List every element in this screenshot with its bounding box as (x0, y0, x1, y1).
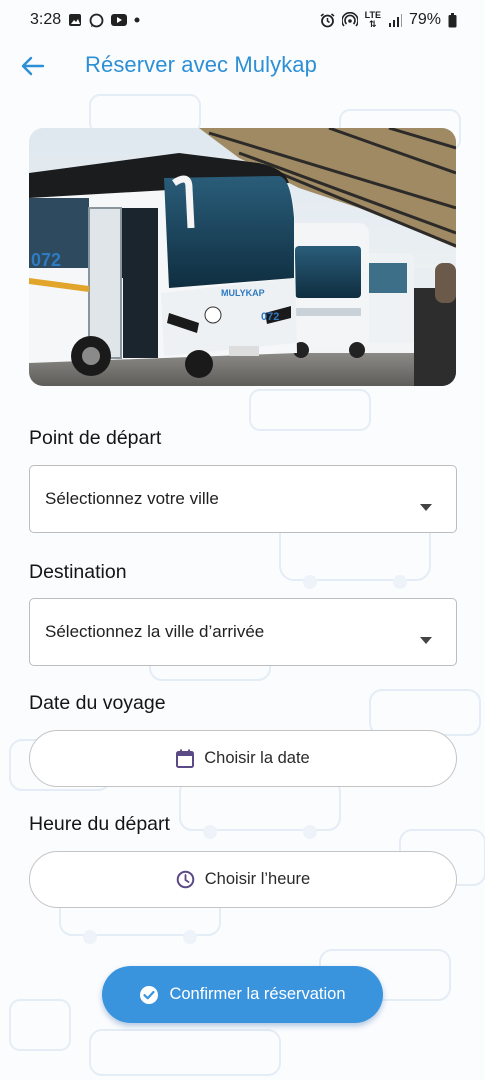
youtube-icon (111, 14, 128, 26)
battery-icon (448, 12, 457, 28)
check-circle-icon (140, 985, 159, 1004)
status-bar: 3:28 LTE ⇅ 79% (0, 0, 485, 40)
calendar-icon (176, 749, 195, 768)
choose-time-button[interactable]: Choisir l’heure (29, 851, 457, 908)
departure-select[interactable]: Sélectionnez votre ville (29, 465, 457, 533)
bus-number-left: 072 (31, 250, 61, 270)
network-type: LTE ⇅ (364, 10, 381, 29)
departure-placeholder: Sélectionnez votre ville (45, 489, 219, 508)
bus-brand-text: MULYKAP (221, 288, 265, 298)
booking-screen: 3:28 LTE ⇅ 79% Réserver avec Mulykap 072… (0, 0, 485, 1080)
arrow-left-icon (21, 56, 45, 76)
destination-label: Destination (29, 561, 127, 583)
confirm-reservation-label: Confirmer la réservation (169, 985, 346, 1003)
signal-icon (388, 13, 402, 27)
notification-dot-icon (134, 17, 140, 23)
date-label: Date du voyage (29, 692, 166, 714)
clock-icon (176, 870, 195, 889)
caret-down-icon (420, 637, 432, 644)
choose-date-button[interactable]: Choisir la date (29, 730, 457, 787)
choose-time-label: Choisir l’heure (204, 870, 311, 888)
departure-label: Point de départ (29, 427, 162, 449)
caret-down-icon (420, 504, 432, 511)
battery-percent: 79% (408, 11, 441, 28)
status-time: 3:28 (30, 11, 62, 28)
destination-placeholder: Sélectionnez la ville d’arrivée (45, 622, 265, 641)
page-title: Réserver avec Mulykap (85, 52, 317, 77)
whatsapp-icon (89, 13, 104, 28)
app-bar: Réserver avec Mulykap (0, 40, 485, 92)
bus-number-front: 072 (261, 311, 279, 323)
back-button[interactable] (18, 52, 48, 80)
time-label: Heure du départ (29, 813, 170, 835)
hotspot-icon (341, 12, 358, 28)
choose-date-label: Choisir la date (204, 749, 310, 767)
gallery-icon (68, 13, 82, 27)
alarm-icon (320, 12, 335, 28)
destination-select[interactable]: Sélectionnez la ville d’arrivée (29, 598, 457, 666)
confirm-reservation-button[interactable]: Confirmer la réservation (102, 966, 383, 1023)
bus-station-image: 072 072 MULYKAP (29, 128, 456, 386)
